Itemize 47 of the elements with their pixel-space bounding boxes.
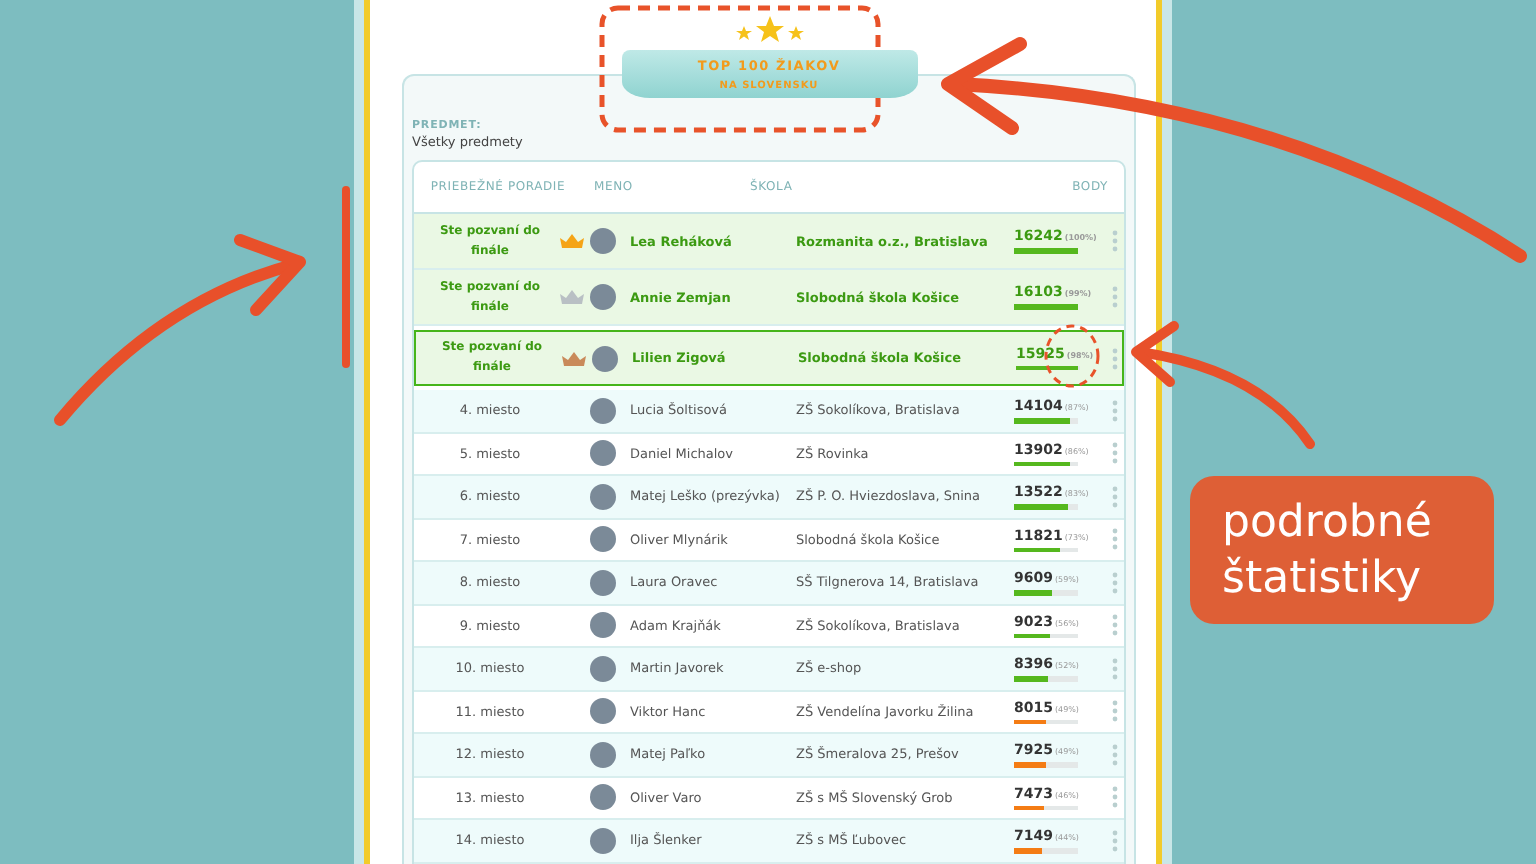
avatar-placeholder	[590, 228, 616, 254]
more-icon[interactable]	[1112, 485, 1118, 508]
avatar-placeholder	[590, 397, 616, 424]
avatar-placeholder	[590, 612, 616, 639]
more-icon[interactable]	[1112, 700, 1118, 723]
more-icon[interactable]	[1112, 286, 1118, 308]
more-icon[interactable]	[1112, 571, 1118, 594]
more-icon[interactable]	[1112, 528, 1118, 551]
avatar-placeholder	[590, 440, 616, 467]
score-bar	[1014, 547, 1078, 552]
more-icon[interactable]	[1112, 829, 1118, 852]
score-bar	[1016, 365, 1080, 371]
avatar-placeholder	[590, 284, 616, 310]
score-bar	[1014, 719, 1078, 724]
score-bar	[1014, 590, 1078, 595]
avatar-placeholder	[590, 483, 616, 510]
crown-icon	[562, 351, 586, 365]
callout-label: podrobné štatistiky	[1190, 476, 1494, 624]
more-icon[interactable]	[1112, 743, 1118, 766]
score-bar	[1014, 248, 1078, 254]
avatar-placeholder	[590, 569, 616, 596]
avatar-placeholder	[590, 827, 616, 854]
avatar-placeholder	[592, 345, 618, 371]
score-bar	[1014, 633, 1078, 638]
score-bar	[1014, 762, 1078, 767]
score-bar	[1014, 461, 1078, 466]
more-icon[interactable]	[1112, 786, 1118, 809]
score-bar	[1014, 418, 1078, 423]
crown-icon	[560, 290, 584, 304]
score-bar	[1014, 504, 1078, 509]
stars-icon	[735, 16, 803, 44]
more-icon[interactable]	[1112, 347, 1118, 369]
avatar-placeholder	[590, 784, 616, 811]
more-icon[interactable]	[1112, 657, 1118, 680]
more-icon[interactable]	[1112, 230, 1118, 252]
score-bar	[1014, 805, 1078, 810]
score-bar	[1014, 304, 1078, 310]
avatar-placeholder	[590, 655, 616, 682]
more-icon[interactable]	[1112, 442, 1118, 465]
more-icon[interactable]	[1112, 399, 1118, 422]
crown-icon	[560, 234, 584, 248]
avatar-placeholder	[590, 698, 616, 725]
score-bar	[1014, 848, 1078, 853]
score-bar	[1014, 676, 1078, 681]
more-icon[interactable]	[1112, 614, 1118, 637]
avatar-placeholder	[590, 526, 616, 553]
avatar-placeholder	[590, 741, 616, 768]
